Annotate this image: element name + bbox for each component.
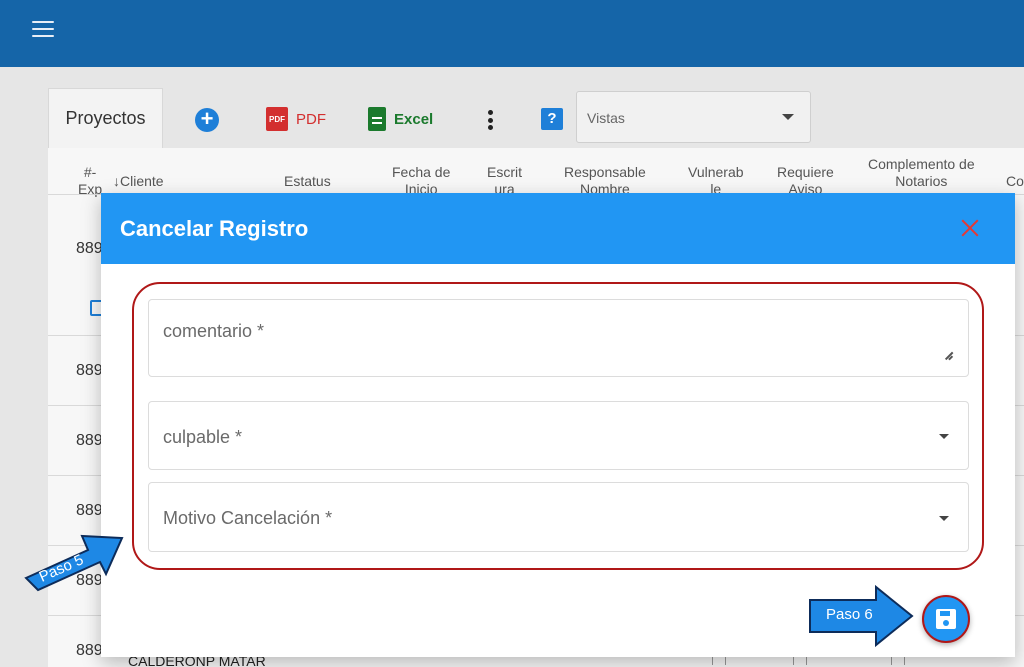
- pdf-icon: PDF: [266, 107, 288, 131]
- header-complemento[interactable]: Complemento de Notarios: [868, 156, 975, 190]
- table-header: #- Exp ↓Cliente Estatus Fecha de Inicio …: [48, 148, 1024, 197]
- comentario-textarea[interactable]: comentario *: [148, 299, 969, 377]
- save-button[interactable]: [922, 595, 970, 643]
- culpable-select[interactable]: culpable *: [148, 401, 969, 470]
- row-id: 889: [76, 642, 103, 659]
- motivo-cancelacion-select[interactable]: Motivo Cancelación *: [148, 482, 969, 552]
- header-cliente[interactable]: ↓Cliente: [113, 173, 164, 190]
- vistas-select[interactable]: Vistas: [576, 91, 811, 143]
- pdf-button[interactable]: PDF PDF: [266, 107, 326, 131]
- excel-icon: [368, 107, 386, 131]
- app-bar: [0, 0, 1024, 67]
- save-icon: [936, 609, 956, 629]
- dialog-title: Cancelar Registro: [120, 216, 309, 241]
- comentario-label: comentario *: [163, 321, 265, 341]
- more-options-icon[interactable]: [486, 108, 494, 132]
- vistas-label: Vistas: [587, 110, 625, 126]
- row-id: 889: [76, 502, 103, 519]
- culpable-label: culpable *: [163, 427, 243, 447]
- dialog-header: Cancelar Registro: [101, 193, 1015, 264]
- excel-label: Excel: [394, 110, 434, 128]
- menu-icon[interactable]: [32, 21, 54, 39]
- row-id: 889: [76, 432, 103, 449]
- motivo-label: Motivo Cancelación *: [163, 508, 333, 528]
- resize-grip-icon[interactable]: [944, 351, 952, 359]
- header-exp[interactable]: #- Exp: [78, 164, 102, 198]
- chevron-down-icon: [782, 114, 794, 120]
- chevron-down-icon: [939, 516, 949, 521]
- toolbar: Proyectos + PDF PDF Excel ? Vistas: [48, 88, 1024, 148]
- excel-button[interactable]: Excel: [368, 107, 433, 131]
- header-co[interactable]: Co: [1006, 173, 1024, 190]
- row-id: 889: [76, 240, 103, 257]
- chevron-down-icon: [939, 434, 949, 439]
- close-icon[interactable]: [960, 218, 980, 238]
- help-icon[interactable]: ?: [541, 108, 563, 130]
- pdf-label: PDF: [296, 110, 326, 128]
- add-icon[interactable]: +: [195, 108, 219, 132]
- row-id: 889: [76, 362, 103, 379]
- paso6-label: Paso 6: [826, 606, 873, 623]
- header-estatus[interactable]: Estatus: [284, 173, 331, 190]
- tab-proyectos[interactable]: Proyectos: [48, 88, 163, 148]
